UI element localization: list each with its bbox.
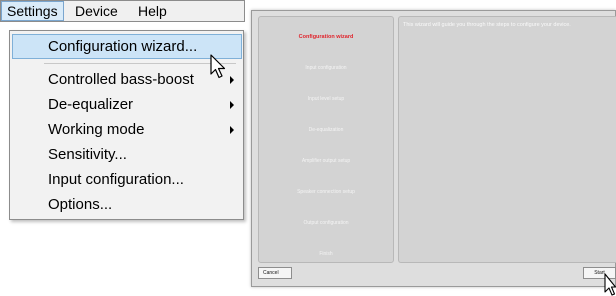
menu-item-label: Working mode [48,121,145,138]
menu-item-label: Input configuration... [48,171,184,188]
submenu-arrow-icon [230,76,234,84]
wizard-info-text: This wizard will guide you through the s… [403,22,571,28]
settings-menu-area: Settings Device Help Configuration wizar… [0,0,245,223]
arrow-cursor-icon [604,273,616,296]
wizard-step-finish: Finish [319,251,333,257]
menu-separator [44,63,236,64]
submenu-arrow-icon [230,126,234,134]
menu-help[interactable]: Help [133,1,172,21]
menu-item-label: De-equalizer [48,96,134,113]
wizard-step-input-configuration: Input configuration [305,65,347,71]
menu-bar: Settings Device Help [0,0,245,22]
wizard-step-amplifier-output-setup: Amplifier output setup [301,158,351,164]
configuration-wizard-window: Configuration wizard Input configuration… [251,10,616,287]
menu-item-sensitivity[interactable]: Sensitivity... [12,142,242,167]
menu-item-input-configuration[interactable]: Input configuration... [12,167,242,192]
wizard-info-panel: This wizard will guide you through the s… [398,16,616,263]
menu-item-label: Controlled bass-boost [48,71,194,88]
wizard-step-output-configuration: Output configuration [303,220,349,226]
menu-item-working-mode[interactable]: Working mode [12,117,242,142]
menu-item-controlled-bass-boost[interactable]: Controlled bass-boost [12,67,242,92]
menu-item-label: Sensitivity... [48,146,127,163]
wizard-step-de-equalization: De-equalization [308,127,344,133]
wizard-steps-panel: Configuration wizard Input configuration… [258,16,394,263]
menu-device[interactable]: Device [70,1,123,21]
menu-item-label: Configuration wizard... [48,38,198,55]
settings-dropdown: Configuration wizard... Controlled bass-… [9,30,244,220]
menu-item-label: Options... [48,196,113,213]
submenu-arrow-icon [230,101,234,109]
arrow-cursor-icon [210,54,226,79]
cancel-button[interactable]: Cancel [258,267,292,279]
menu-item-configuration-wizard[interactable]: Configuration wizard... [12,34,242,59]
wizard-step-configuration-wizard: Configuration wizard [298,34,354,40]
wizard-step-input-level-setup: Input level setup [307,96,345,102]
menu-item-de-equalizer[interactable]: De-equalizer [12,92,242,117]
wizard-step-speaker-connection-setup: Speaker connection setup [297,189,355,195]
menu-item-options[interactable]: Options... [12,192,242,217]
menu-settings[interactable]: Settings [1,1,64,21]
